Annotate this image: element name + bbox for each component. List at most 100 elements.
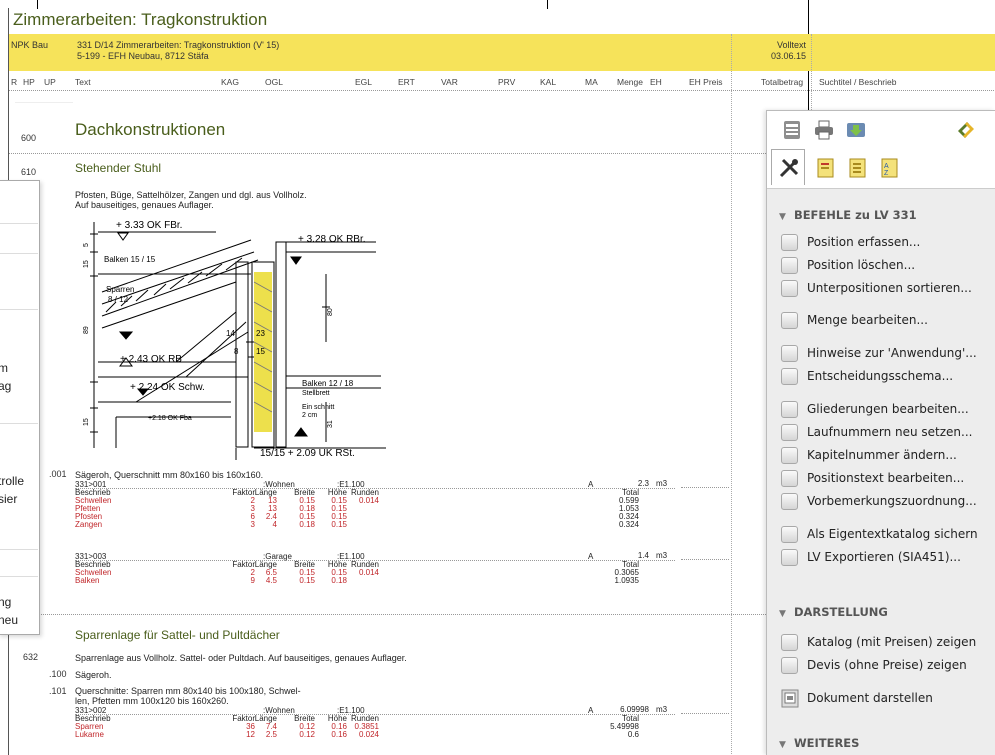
level-label: + 2.43 OK RB bbox=[120, 354, 182, 365]
menu-item-partial[interactable]: trolle bbox=[0, 474, 24, 488]
column-header[interactable]: VAR bbox=[441, 77, 458, 87]
menu-item-partial[interactable]: m bbox=[0, 361, 8, 375]
column-divider bbox=[731, 34, 732, 754]
command-panel: AZ ▼ BEFEHLE zu LV 331 Position erfassen… bbox=[766, 110, 995, 755]
chapter-title[interactable]: Dachkonstruktionen bbox=[75, 120, 225, 140]
column-header[interactable]: Suchtitel / Beschrieb bbox=[819, 77, 896, 87]
divider bbox=[0, 576, 38, 577]
section-befehle-title: BEFEHLE zu LV 331 bbox=[793, 208, 917, 222]
quantity-value: 0.014 bbox=[358, 496, 379, 505]
level-label: + 3.28 OK RBr. bbox=[298, 234, 366, 245]
menu-item-partial[interactable]: ng bbox=[0, 595, 11, 609]
command-label: Positionstext bearbeiten... bbox=[807, 471, 965, 485]
tools-tab-icon bbox=[779, 158, 799, 178]
column-header[interactable]: EH Preis bbox=[689, 77, 723, 87]
dimension: 5 bbox=[83, 243, 90, 247]
column-header[interactable]: Totalbetrag bbox=[761, 77, 803, 87]
command-button-icon bbox=[781, 234, 798, 251]
rafter-label: Sparren bbox=[106, 285, 134, 294]
quantity-amount: 2.3 bbox=[637, 479, 649, 488]
divider bbox=[0, 223, 38, 224]
sort-tab-icon[interactable]: AZ bbox=[879, 157, 901, 179]
menu-item-partial[interactable]: ag bbox=[0, 379, 11, 393]
column-header[interactable]: Text bbox=[75, 77, 91, 87]
section-befehle[interactable]: ▼ BEFEHLE zu LV 331 bbox=[779, 208, 917, 222]
dimension: 31 bbox=[327, 420, 334, 428]
dimension: 15 bbox=[256, 347, 265, 356]
beam-label: Balken 12 / 18 bbox=[302, 379, 354, 388]
dimension: 15 bbox=[83, 260, 90, 268]
tab-tools[interactable] bbox=[771, 149, 805, 185]
import-icon[interactable] bbox=[845, 119, 867, 141]
dimension: 14 bbox=[226, 329, 235, 338]
section-number: 632 bbox=[23, 652, 39, 662]
command-label: Gliederungen bearbeiten... bbox=[807, 402, 969, 416]
document-icon[interactable] bbox=[781, 119, 803, 141]
section-darstellung-title: DARSTELLUNG bbox=[793, 605, 888, 619]
position-number: .100 bbox=[49, 669, 67, 679]
position-text: len, Pfetten mm 100x120 bis 160x260. bbox=[75, 696, 229, 706]
row-divider bbox=[75, 714, 675, 715]
row-divider bbox=[9, 90, 995, 91]
position-text: Sägeroh. bbox=[75, 670, 112, 680]
svg-text:A: A bbox=[884, 163, 889, 170]
quantity-value: Zangen bbox=[75, 520, 103, 529]
total-underline bbox=[681, 713, 729, 714]
command-label: Als Eigentextkatalog sichern bbox=[807, 527, 978, 541]
column-header[interactable]: KAG bbox=[221, 77, 239, 87]
sync-icon[interactable] bbox=[955, 119, 977, 141]
empty-cell bbox=[15, 91, 73, 103]
column-header[interactable]: MA bbox=[585, 77, 598, 87]
document-view-icon bbox=[781, 689, 799, 708]
document-header-band: NPK Bau 331 D/14 Zimmerarbeiten: Tragkon… bbox=[9, 34, 995, 71]
section-title[interactable]: Stehender Stuhl bbox=[75, 161, 161, 175]
left-overlay-panel[interactable]: m ag trolle sier ng neu bbox=[0, 180, 40, 635]
dimension: 8 bbox=[234, 347, 239, 356]
quantity-value: 1.0935 bbox=[614, 576, 639, 585]
section-title[interactable]: Sparrenlage für Sattel- und Pultdächer bbox=[75, 628, 280, 642]
column-header[interactable]: EH bbox=[650, 77, 662, 87]
document-tab-icon[interactable] bbox=[847, 157, 869, 179]
level-label: + 3.33 OK FBr. bbox=[116, 220, 182, 231]
quantity-value: 0.18 bbox=[331, 576, 347, 585]
svg-text:Z: Z bbox=[884, 170, 889, 177]
dimension: 23 bbox=[256, 329, 265, 338]
catalog-tab-icon[interactable] bbox=[815, 157, 837, 179]
column-header[interactable]: KAL bbox=[540, 77, 556, 87]
quantity-unit: m3 bbox=[656, 551, 668, 560]
column-header[interactable]: R bbox=[11, 77, 17, 87]
menu-item-partial[interactable]: neu bbox=[0, 613, 18, 627]
catalog-title: 331 D/14 Zimmerarbeiten: Tragkonstruktio… bbox=[77, 40, 280, 50]
print-icon[interactable] bbox=[813, 119, 835, 141]
quantity-value: 2.5 bbox=[265, 730, 277, 739]
command-button-icon bbox=[781, 634, 798, 651]
command-label: Position erfassen... bbox=[807, 235, 921, 249]
column-header[interactable]: PRV bbox=[498, 77, 515, 87]
command-button-icon bbox=[781, 493, 798, 510]
menu-item-partial[interactable]: sier bbox=[0, 492, 17, 506]
level-label: +2.18 OK Fba bbox=[148, 415, 192, 422]
quantity-amount: 6.09998 bbox=[620, 705, 649, 714]
quantity-unit: m3 bbox=[656, 479, 668, 488]
command-button-icon bbox=[781, 280, 798, 297]
cut-size: 2 cm bbox=[302, 412, 317, 419]
collapse-triangle-icon: ▼ bbox=[779, 740, 786, 750]
column-header[interactable]: UP bbox=[44, 77, 56, 87]
quantity-value: 0.15 bbox=[331, 520, 347, 529]
collapse-triangle-icon: ▼ bbox=[779, 609, 786, 619]
column-header[interactable]: Menge bbox=[617, 77, 643, 87]
column-header[interactable]: EGL bbox=[355, 77, 372, 87]
panel-toolbar: AZ bbox=[767, 111, 995, 189]
column-header[interactable]: ERT bbox=[398, 77, 415, 87]
section-darstellung[interactable]: ▼ DARSTELLUNG bbox=[779, 605, 888, 619]
column-header[interactable]: OGL bbox=[265, 77, 283, 87]
quantity-value: 0.6 bbox=[627, 730, 639, 739]
catalog-label: NPK Bau bbox=[11, 40, 49, 50]
quantity-value: 0.324 bbox=[618, 520, 639, 529]
row-divider bbox=[75, 560, 675, 561]
collapse-triangle-icon: ▼ bbox=[779, 212, 786, 222]
command-button-icon bbox=[781, 657, 798, 674]
section-weiteres[interactable]: ▼ WEITERES bbox=[779, 736, 859, 750]
quantity-value: Balken bbox=[75, 576, 100, 585]
column-header[interactable]: HP bbox=[23, 77, 35, 87]
